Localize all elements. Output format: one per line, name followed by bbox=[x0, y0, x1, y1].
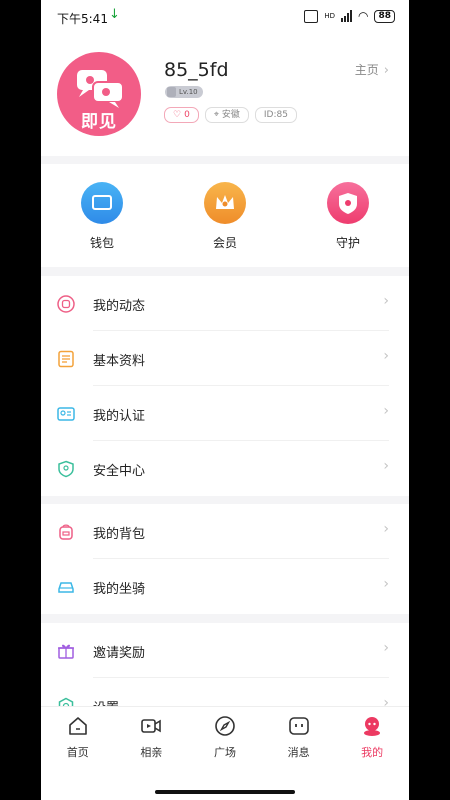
tab-me[interactable]: 我的 bbox=[335, 707, 409, 765]
menu-label: 我的认证 bbox=[93, 409, 146, 424]
home-icon bbox=[68, 717, 87, 735]
chevron-right-icon: › bbox=[383, 576, 389, 592]
status-bar: 下午5:41 ↓ HD ◠ 88 bbox=[41, 0, 409, 34]
username: 85_5fd bbox=[164, 59, 229, 81]
network-type: HD bbox=[324, 12, 335, 20]
homepage-label: 主页 bbox=[354, 63, 379, 77]
tab-label: 消息 bbox=[287, 746, 310, 759]
status-icons: HD ◠ 88 bbox=[304, 9, 395, 23]
chevron-right-icon: › bbox=[383, 458, 389, 474]
id-card-icon bbox=[57, 407, 75, 421]
settings-icon bbox=[58, 697, 74, 706]
chevron-right-icon: › bbox=[383, 348, 389, 364]
user-id-text: ID:85 bbox=[263, 110, 288, 120]
profile-doc-icon bbox=[58, 350, 74, 368]
avatar[interactable]: 即见 bbox=[57, 52, 141, 136]
moments-icon bbox=[57, 295, 75, 313]
level-badge: Lv.10 bbox=[165, 86, 203, 98]
profile-chips: ♡ 0 ⌖ 安徽 ID:85 bbox=[164, 107, 297, 123]
menu-label: 我的动态 bbox=[93, 299, 146, 314]
menu-item-basic-info[interactable]: 基本资料 › bbox=[41, 331, 409, 386]
tab-messages[interactable]: 消息 bbox=[262, 707, 336, 765]
location-pin-icon: ⌖ bbox=[213, 110, 219, 120]
chevron-right-icon: › bbox=[383, 521, 389, 537]
menu-item-backpack[interactable]: 我的背包 › bbox=[41, 504, 409, 559]
gift-icon bbox=[58, 644, 74, 659]
likes-count: 0 bbox=[184, 110, 190, 120]
guard-shield-icon bbox=[327, 182, 369, 224]
signal-icon bbox=[340, 10, 352, 22]
car-icon bbox=[58, 582, 74, 593]
level-text: Lv.10 bbox=[179, 88, 198, 96]
like-icon: ♡ bbox=[173, 110, 182, 120]
compass-icon bbox=[215, 716, 235, 736]
menu-group-2: 我的背包 › 我的坐骑 › bbox=[41, 504, 409, 614]
location-chip: ⌖ 安徽 bbox=[204, 107, 249, 123]
tab-home[interactable]: 首页 bbox=[41, 707, 115, 765]
profile-card[interactable]: 即见 85_5fd 主页 › Lv.10 ♡ 0 ⌖ 安徽 ID:85 bbox=[41, 34, 409, 156]
me-icon bbox=[364, 717, 381, 736]
crown-icon bbox=[204, 182, 246, 224]
bottom-tab-bar: 首页 相亲 广场 消息 我的 bbox=[41, 706, 409, 765]
chevron-right-icon: › bbox=[383, 403, 389, 419]
wallet-button[interactable]: 钱包 bbox=[72, 182, 132, 251]
tab-label: 相亲 bbox=[140, 746, 163, 759]
backpack-icon bbox=[59, 524, 73, 540]
wallet-label: 钱包 bbox=[89, 236, 114, 250]
tab-dating[interactable]: 相亲 bbox=[115, 707, 189, 765]
chevron-right-icon: › bbox=[383, 293, 389, 309]
menu-label: 我的坐骑 bbox=[93, 582, 146, 597]
menu-label: 我的背包 bbox=[93, 527, 146, 542]
menu-item-invite-rewards[interactable]: 邀请奖励 › bbox=[41, 623, 409, 678]
home-indicator-bar bbox=[41, 764, 409, 800]
screenshot-icon bbox=[304, 9, 319, 23]
avatar-brand-text: 即见 bbox=[81, 112, 117, 132]
level-shield-icon bbox=[167, 87, 176, 97]
tab-label: 首页 bbox=[66, 746, 89, 759]
menu-item-moments[interactable]: 我的动态 › bbox=[41, 276, 409, 331]
wifi-icon: ◠ bbox=[357, 9, 369, 23]
video-icon bbox=[141, 719, 162, 733]
chevron-right-icon: › bbox=[383, 640, 389, 656]
chevron-right-icon: › bbox=[383, 63, 389, 78]
menu-item-mount[interactable]: 我的坐骑 › bbox=[41, 559, 409, 614]
menu-label: 安全中心 bbox=[93, 464, 146, 479]
tab-label: 广场 bbox=[213, 746, 236, 759]
location-text: 安徽 bbox=[221, 110, 240, 120]
likes-chip: ♡ 0 bbox=[164, 107, 199, 123]
menu-item-verification[interactable]: 我的认证 › bbox=[41, 386, 409, 441]
message-icon bbox=[288, 717, 309, 735]
membership-label: 会员 bbox=[212, 236, 237, 250]
tab-label: 我的 bbox=[361, 746, 384, 759]
menu-group-1: 我的动态 › 基本资料 › 我的认证 › 安全中心 › bbox=[41, 276, 409, 496]
membership-button[interactable]: 会员 bbox=[195, 182, 255, 251]
app-screen: 下午5:41 ↓ HD ◠ 88 即见 85_5fd 主页 › Lv.10 ♡ … bbox=[41, 0, 409, 800]
security-shield-icon bbox=[58, 460, 74, 478]
menu-label: 基本资料 bbox=[93, 354, 146, 369]
menu-item-settings[interactable]: 设置 › bbox=[41, 678, 409, 706]
homepage-link[interactable]: 主页 › bbox=[355, 61, 389, 78]
guard-label: 守护 bbox=[335, 236, 360, 250]
tab-square[interactable]: 广场 bbox=[188, 707, 262, 765]
download-icon: ↓ bbox=[109, 7, 120, 22]
guard-button[interactable]: 守护 bbox=[318, 182, 378, 251]
chevron-right-icon: › bbox=[383, 695, 389, 706]
menu-label: 邀请奖励 bbox=[93, 646, 146, 661]
menu-item-security-center[interactable]: 安全中心 › bbox=[41, 441, 409, 496]
home-indicator[interactable] bbox=[155, 790, 295, 794]
user-id-chip: ID:85 bbox=[254, 107, 297, 123]
menu-group-3: 邀请奖励 › 设置 › bbox=[41, 623, 409, 706]
wallet-icon bbox=[81, 182, 123, 224]
battery-icon: 88 bbox=[374, 9, 395, 23]
status-time: 下午5:41 bbox=[57, 12, 108, 26]
menu-label: 设置 bbox=[93, 697, 119, 706]
quick-actions: 钱包 会员 守护 bbox=[41, 164, 409, 267]
